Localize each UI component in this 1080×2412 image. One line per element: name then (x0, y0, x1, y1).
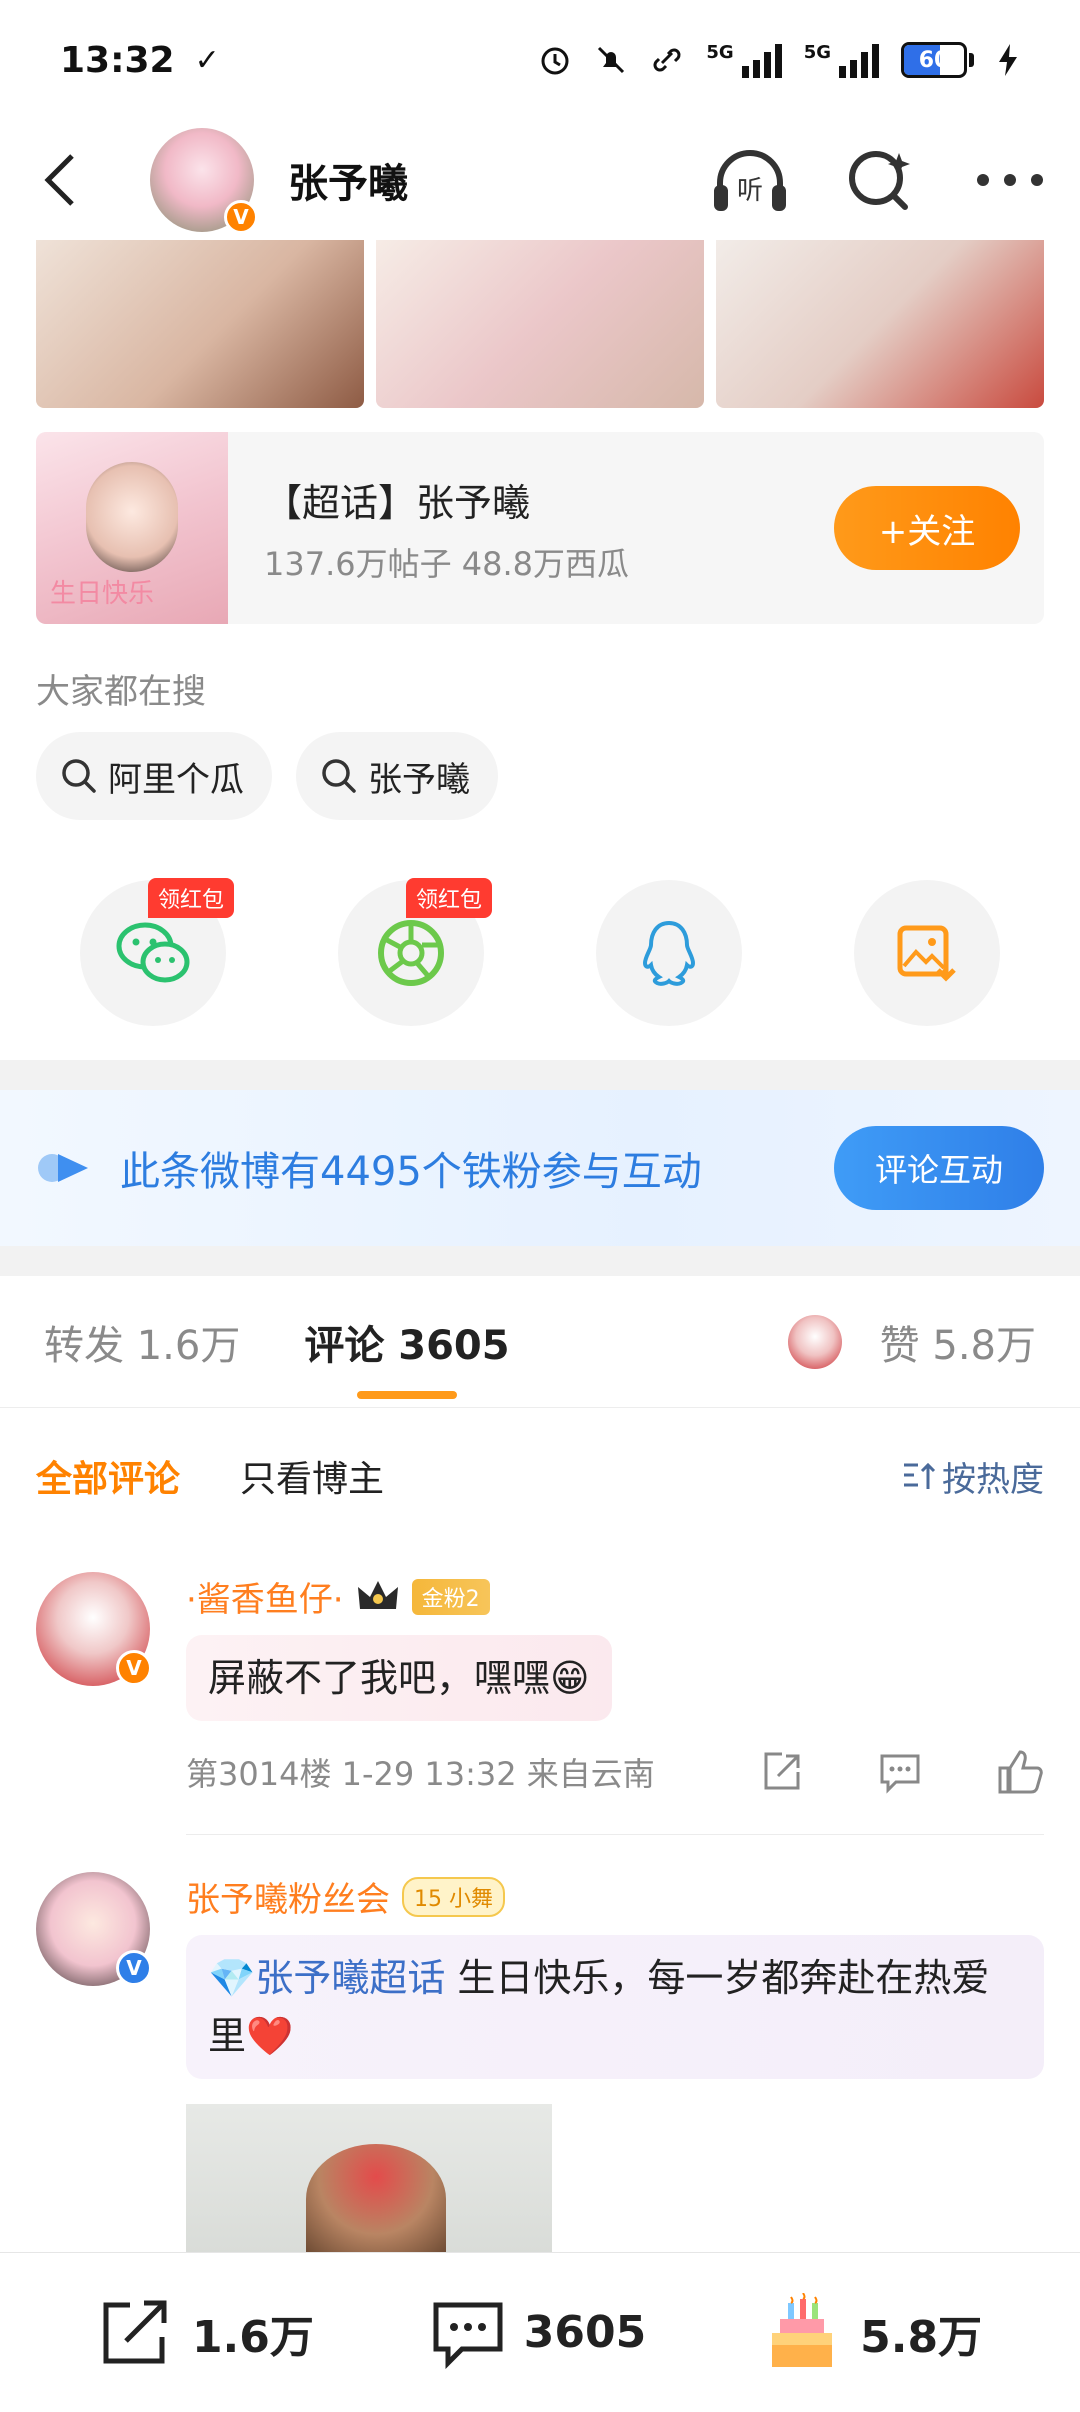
top-nav-bar: V 张予曦 听 (0, 120, 1080, 240)
interaction-icon (38, 1154, 88, 1182)
mute-icon (598, 46, 625, 74)
back-button[interactable] (30, 150, 90, 210)
status-time: 13:32 (60, 39, 175, 81)
author-name[interactable]: 张予曦 (288, 151, 408, 209)
wechat-icon (116, 922, 190, 983)
like-icon[interactable] (996, 1750, 1044, 1794)
post-image[interactable] (36, 240, 364, 408)
sort-button[interactable]: 按热度 (902, 1452, 1044, 1501)
comment-button[interactable]: 3605 (430, 2297, 646, 2369)
filter-all-comments[interactable]: 全部评论 (36, 1450, 180, 1502)
comment-image[interactable] (186, 2104, 552, 2254)
moments-icon (378, 920, 444, 986)
comment-interact-button[interactable]: 评论互动 (834, 1126, 1044, 1210)
tab-likes[interactable]: 赞 5.8万 (787, 1313, 1036, 1371)
check-icon: ✓ (194, 42, 220, 78)
follow-button[interactable]: +关注 (834, 486, 1020, 570)
post-tabs: 转发 1.6万 评论 3605 赞 5.8万 (0, 1276, 1080, 1408)
post-image[interactable] (376, 240, 704, 408)
reply-icon[interactable] (878, 1750, 922, 1794)
comment-icon (433, 2302, 503, 2369)
post-image[interactable] (716, 240, 1044, 408)
share-targets: 领红包 领红包 (80, 878, 1000, 1026)
section-divider (0, 1246, 1080, 1276)
more-dots-icon (977, 174, 1043, 186)
trending-search-chips: 阿里个瓜 张予曦 (36, 732, 498, 820)
iron-fans-banner[interactable]: 此条微博有4495个铁粉参与互动 评论互动 (0, 1090, 1080, 1246)
battery-icon: 60 (901, 42, 974, 78)
comment-item: V 张予曦粉丝会 15 小舞 💎张予曦超话 生日快乐，每一岁都奔赴在热爱里❤️ (36, 1872, 1044, 2112)
super-topic-cover: 生日快乐 (36, 432, 228, 624)
super-topic-card[interactable]: 生日快乐 【超话】张予曦 137.6万帖子 48.8万西瓜 +关注 (36, 432, 1044, 624)
commenter-avatar[interactable]: V (36, 1572, 152, 1686)
search-icon (62, 759, 96, 793)
comment-item: V ·酱香鱼仔· 金粉2 屏蔽不了我吧，嘿嘿😁 第3014楼 1-29 13:3… (36, 1572, 1044, 1822)
commenter-avatar[interactable]: V (36, 1872, 152, 1986)
svg-text:听: 听 (737, 176, 763, 206)
super-topic-link[interactable]: 💎张予曦超话 (208, 1956, 445, 2000)
comment-filter-bar: 全部评论 只看博主 按热度 (36, 1450, 1044, 1502)
red-packet-tag: 领红包 (148, 878, 235, 918)
repost-icon (103, 2300, 167, 2363)
headphones-icon: 听 (714, 150, 786, 211)
like-button[interactable]: 5.8万 (762, 2292, 982, 2373)
share-qq-button[interactable] (596, 880, 742, 1026)
search-chip[interactable]: 张予曦 (296, 732, 498, 820)
status-icons: 5G 5G 60 (538, 42, 1020, 78)
signal-icon-1: 5G (706, 42, 782, 78)
liker-avatar (787, 1314, 842, 1369)
search-icon (322, 759, 356, 793)
search-chip[interactable]: 阿里个瓜 (36, 732, 272, 820)
comment-text-bubble: 💎张予曦超话 生日快乐，每一岁都奔赴在热爱里❤️ (186, 1935, 1044, 2079)
birthday-cake-icon (772, 2292, 833, 2367)
image-download-icon (897, 925, 956, 982)
commenter-name[interactable]: 张予曦粉丝会 (186, 1872, 390, 1921)
alarm-icon (541, 47, 569, 75)
chevron-left-icon (44, 154, 74, 206)
tab-repost[interactable]: 转发 1.6万 (44, 1313, 240, 1371)
crown-icon (357, 1580, 398, 1609)
bottom-action-bar: 1.6万 3605 5.8万 (0, 2252, 1080, 2412)
search-button[interactable] (840, 140, 920, 220)
section-divider (0, 1060, 1080, 1090)
post-images (36, 240, 1044, 408)
search-icon (849, 151, 910, 210)
author-avatar[interactable]: V (150, 128, 258, 234)
signal-icon-2: 5G (804, 42, 879, 78)
sort-icon (904, 1462, 936, 1489)
red-packet-tag: 领红包 (406, 878, 493, 918)
status-bar: 13:32 ✓ 5G 5G 60 (0, 0, 1080, 120)
super-topic-stats: 137.6万帖子 48.8万西瓜 (264, 544, 630, 583)
save-image-button[interactable] (854, 880, 1000, 1026)
gold-fan-badge: 金粉2 (411, 1578, 490, 1615)
share-wechat-button[interactable]: 领红包 (80, 878, 235, 1026)
comment-text: 屏蔽不了我吧，嘿嘿😁 (186, 1635, 612, 1721)
tab-comments[interactable]: 评论 3605 (304, 1313, 509, 1371)
comment-divider (186, 1834, 1044, 1835)
more-button[interactable] (970, 140, 1050, 220)
filter-author-only[interactable]: 只看博主 (240, 1450, 384, 1502)
share-icon[interactable] (760, 1750, 804, 1794)
charging-icon (999, 44, 1017, 76)
commenter-name[interactable]: ·酱香鱼仔· (186, 1572, 344, 1621)
trending-search-heading: 大家都在搜 (36, 672, 206, 712)
verified-badge: V (116, 1650, 152, 1686)
iron-fans-text: 此条微博有4495个铁粉参与互动 (120, 1149, 702, 1195)
verified-badge: V (224, 200, 258, 234)
qq-icon (642, 920, 696, 986)
verified-badge: V (116, 1950, 152, 1986)
repost-button[interactable]: 1.6万 (98, 2297, 314, 2369)
share-moments-button[interactable]: 领红包 (338, 878, 493, 1026)
link-icon (653, 48, 681, 72)
super-topic-title: 【超话】张予曦 (264, 480, 531, 525)
listen-button[interactable]: 听 (710, 140, 790, 220)
comment-meta: 第3014楼 1-29 13:32 来自云南 (186, 1755, 655, 1793)
fan-level-badge: 15 小舞 (402, 1876, 505, 1917)
